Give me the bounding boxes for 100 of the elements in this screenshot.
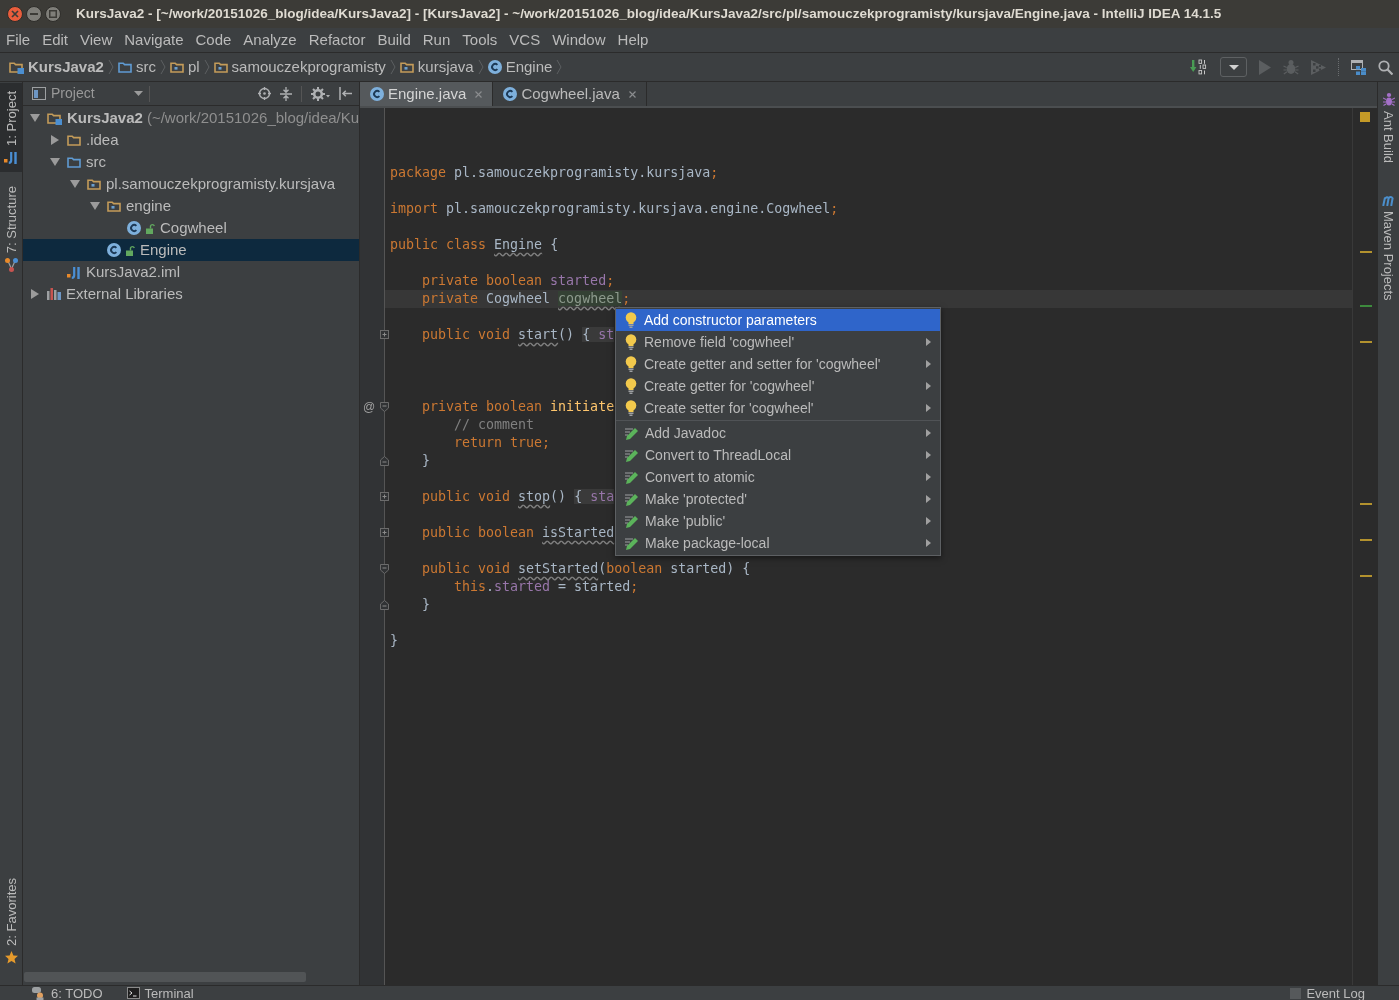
pencil-icon xyxy=(625,514,638,528)
close-icon[interactable] xyxy=(628,90,636,98)
menu-item[interactable]: Tools xyxy=(462,30,498,50)
minimize-button[interactable] xyxy=(26,6,42,22)
arrow-binary-icon[interactable] xyxy=(1190,59,1208,75)
terminal-icon xyxy=(126,987,140,999)
chevron-right-icon xyxy=(556,59,563,75)
pencil-icon xyxy=(625,448,638,462)
menu-item[interactable]: File xyxy=(6,30,31,50)
menu-item[interactable]: Analyze xyxy=(243,30,297,50)
tree-item[interactable]: src xyxy=(23,151,359,173)
package-icon xyxy=(399,61,414,73)
menu-item[interactable]: Edit xyxy=(42,30,69,50)
tree-item[interactable]: KursJava2.iml xyxy=(23,261,359,283)
lightbulb-icon xyxy=(625,378,637,394)
module-file-icon xyxy=(67,265,81,279)
lightbulb-icon xyxy=(625,356,637,372)
maximize-button[interactable] xyxy=(45,6,61,22)
menu-item[interactable]: Convert to ThreadLocal xyxy=(616,444,940,466)
chevron-right-icon xyxy=(203,59,210,75)
menu-item[interactable]: Create getter for 'cogwheel' xyxy=(616,375,940,397)
breadcrumb-item[interactable]: kursjava xyxy=(399,55,474,79)
crosshair-icon[interactable] xyxy=(258,87,271,100)
star-icon xyxy=(4,951,18,964)
menu-item[interactable]: Convert to atomic xyxy=(616,466,940,488)
tool-window-tab[interactable]: Maven Projects xyxy=(1378,187,1399,309)
tool-window-tab[interactable]: 7: Structure xyxy=(0,177,22,281)
arrows-to-line-icon[interactable] xyxy=(280,86,292,101)
folder-icon xyxy=(117,61,132,73)
menu-item[interactable]: Make 'public' xyxy=(616,510,940,532)
module-file-icon xyxy=(4,150,18,164)
chevron-right-icon xyxy=(389,59,396,75)
menu-item[interactable]: Remove field 'cogwheel' xyxy=(616,331,940,353)
code-line: // comment xyxy=(454,416,535,434)
breadcrumb-item[interactable]: samouczekprogramisty xyxy=(213,55,386,79)
package-icon xyxy=(169,61,184,73)
pencil-icon xyxy=(625,492,638,506)
grid-icon[interactable] xyxy=(1351,59,1366,75)
tree-item[interactable]: KursJava2 (~/work/20151026_blog/idea/Ku xyxy=(23,107,359,129)
menu-item[interactable]: Make 'protected' xyxy=(616,488,940,510)
menu-item[interactable]: VCS xyxy=(509,30,541,50)
menu-item[interactable]: Create getter and setter for 'cogwheel' xyxy=(616,353,940,375)
panel-icon xyxy=(32,87,46,100)
lock-icon xyxy=(126,244,135,256)
breadcrumb-item[interactable]: pl xyxy=(169,55,200,79)
pencil-icon xyxy=(625,426,638,440)
tree-item[interactable]: External Libraries xyxy=(23,283,359,305)
caret-down-icon xyxy=(134,91,143,96)
menu-item[interactable]: Run xyxy=(422,30,451,50)
lock-icon xyxy=(146,222,155,234)
tree-item[interactable]: Engine xyxy=(23,239,359,261)
close-button[interactable] xyxy=(7,6,23,22)
class-icon xyxy=(487,60,502,74)
close-icon xyxy=(11,10,19,18)
library-icon xyxy=(47,288,61,300)
tool-window-tab[interactable]: Event Log xyxy=(1288,986,1367,1000)
menu-item[interactable]: View xyxy=(80,30,113,50)
breadcrumb-item[interactable]: KursJava2 xyxy=(9,55,104,79)
tree-item[interactable]: .idea xyxy=(23,129,359,151)
menu-item[interactable]: Add Javadoc xyxy=(616,422,940,444)
code-line: public void setStarted(boolean started) { xyxy=(422,560,751,578)
code-line: public class Engine { xyxy=(390,236,559,254)
code-line: } xyxy=(422,452,430,470)
class-icon xyxy=(503,87,518,101)
tree-item[interactable]: Cogwheel xyxy=(23,217,359,239)
tree-item[interactable]: pl.samouczekprogramisty.kursjava xyxy=(23,173,359,195)
editor-tab[interactable]: Engine.java xyxy=(360,82,494,106)
run-config-dropdown[interactable] xyxy=(1220,57,1247,77)
tool-window-tab[interactable]: 6: TODO xyxy=(30,986,105,1000)
code-line: } xyxy=(422,596,430,614)
breadcrumb-item[interactable]: src xyxy=(117,55,156,79)
arrow-to-left-icon[interactable] xyxy=(339,87,352,100)
menu-item[interactable]: Add constructor parameters xyxy=(616,309,940,331)
menu-item[interactable]: Build xyxy=(377,30,411,50)
chevron-right-icon xyxy=(477,59,484,75)
tool-window-tab[interactable]: Ant Build xyxy=(1378,84,1399,172)
menu-item[interactable]: Help xyxy=(617,30,649,50)
tool-window-tab[interactable]: Terminal xyxy=(124,986,196,1000)
module-folder-icon xyxy=(47,111,62,125)
settings-icon[interactable] xyxy=(311,86,330,101)
menu-item[interactable]: Refactor xyxy=(308,30,366,50)
search-icon[interactable] xyxy=(1378,59,1393,75)
speech-bubble-icon xyxy=(32,986,46,1000)
code-line: public boolean isStarted xyxy=(422,524,615,542)
breadcrumb-item[interactable]: Engine xyxy=(487,55,553,79)
menu-item[interactable]: Navigate xyxy=(124,30,184,50)
folder-icon xyxy=(67,134,81,146)
lightbulb-icon xyxy=(625,400,637,416)
tool-window-tab[interactable]: 2: Favorites xyxy=(0,870,22,972)
view-selector[interactable]: Project xyxy=(32,82,147,105)
code-line: private boolean initiate xyxy=(422,398,615,416)
tool-window-tab[interactable]: 1: Project xyxy=(0,83,22,172)
horizontal-scrollbar[interactable] xyxy=(24,972,306,982)
menu-item[interactable]: Window xyxy=(552,30,606,50)
tree-item[interactable]: engine xyxy=(23,195,359,217)
menu-item[interactable]: Code xyxy=(195,30,232,50)
menu-item[interactable]: Make package-local xyxy=(616,532,940,554)
menu-item[interactable]: Create setter for 'cogwheel' xyxy=(616,397,940,419)
close-icon[interactable] xyxy=(475,90,483,98)
editor-tab[interactable]: Cogwheel.java xyxy=(493,82,647,106)
